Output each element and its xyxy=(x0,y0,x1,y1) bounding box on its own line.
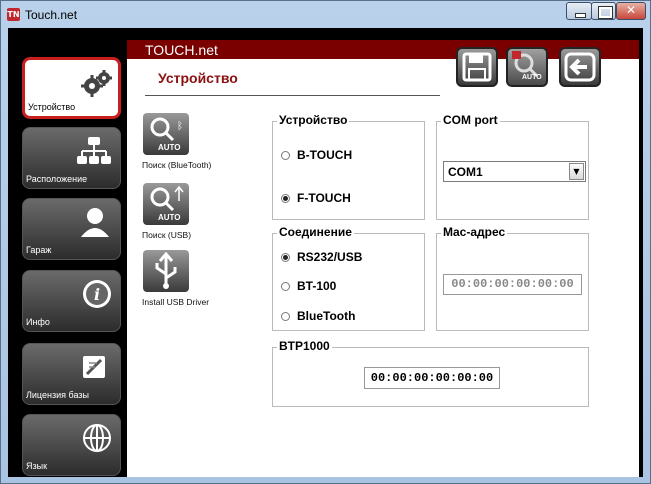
minimize-button[interactable] xyxy=(566,2,592,20)
maximize-button[interactable] xyxy=(591,2,616,20)
chevron-down-icon[interactable]: ▼ xyxy=(569,163,584,180)
com-port-select[interactable]: COM1 ▼ xyxy=(443,161,586,182)
license-icon xyxy=(83,356,105,378)
radio-indicator xyxy=(281,252,290,262)
floppy-icon xyxy=(462,52,492,82)
search-bluetooth-label: Поиск (BlueTooth) xyxy=(142,160,212,170)
title-divider xyxy=(145,95,440,96)
sidebar-item-label: Расположение xyxy=(26,174,88,184)
auto-badge: AUTO xyxy=(158,143,181,152)
radio-rs232-usb[interactable]: RS232/USB xyxy=(281,250,362,264)
exit-icon xyxy=(564,52,596,82)
mac-address-legend: Mac-адрес xyxy=(441,225,508,239)
sidebar-item-license[interactable]: Лицензия базы xyxy=(22,343,121,405)
device-group: Устройство B-TOUCH F-TOUCH xyxy=(272,113,425,220)
mac-address-field: 00:00:00:00:00:00 xyxy=(443,274,582,295)
com-port-legend: COM port xyxy=(441,113,500,127)
sidebar-item-label: Гараж xyxy=(26,245,52,255)
info-icon: i xyxy=(83,280,111,308)
sidebar-item-language[interactable]: Язык xyxy=(22,414,121,476)
title-bar[interactable]: TN Touch.net xyxy=(1,1,650,28)
auto-badge: AUTO xyxy=(158,213,181,222)
install-usb-driver-label: Install USB Driver xyxy=(142,297,210,307)
search-usb-label: Поиск (USB) xyxy=(142,230,192,240)
page-title: Устройство xyxy=(158,70,238,86)
sidebar-item-label: Лицензия базы xyxy=(26,390,89,400)
person-icon xyxy=(81,208,109,237)
radio-bluetooth[interactable]: BlueTooth xyxy=(281,309,355,323)
radio-indicator xyxy=(281,311,290,321)
sidebar-item-label: Устройство xyxy=(28,102,76,112)
radio-indicator xyxy=(281,150,290,160)
connection-group-legend: Соединение xyxy=(277,225,354,239)
globe-icon xyxy=(83,424,111,452)
device-group-legend: Устройство xyxy=(277,113,350,127)
sidebar-item-location[interactable]: Расположение xyxy=(22,127,121,189)
search-usb-button[interactable]: AUTO xyxy=(143,183,189,225)
radio-b-touch[interactable]: B-TOUCH xyxy=(281,148,352,162)
btp1000-address-field: 00:00:00:00:00:00 xyxy=(364,367,500,389)
btp1000-legend: BTP1000 xyxy=(277,339,332,353)
radio-label: BT-100 xyxy=(297,279,337,293)
save-button[interactable] xyxy=(456,47,498,87)
auto-search-button[interactable]: AUTO xyxy=(506,47,548,87)
auto-badge: AUTO xyxy=(522,74,542,81)
svg-text:i: i xyxy=(94,285,100,304)
radio-indicator xyxy=(281,281,290,291)
radio-label: RS232/USB xyxy=(297,250,363,264)
app-title: TOUCH.net xyxy=(145,42,218,58)
close-button[interactable] xyxy=(616,2,646,20)
window-title: Touch.net xyxy=(25,8,78,22)
gears-icon xyxy=(81,70,112,97)
sidebar-item-garage[interactable]: Гараж xyxy=(22,198,121,260)
sidebar-item-info[interactable]: i Инфо xyxy=(22,270,121,332)
radio-indicator xyxy=(281,193,290,203)
radio-f-touch[interactable]: F-TOUCH xyxy=(281,191,351,205)
app-icon: TN xyxy=(7,8,20,21)
radio-bt-100[interactable]: BT-100 xyxy=(281,279,336,293)
radio-label: BlueTooth xyxy=(297,309,356,323)
exit-button[interactable] xyxy=(559,47,601,87)
sidebar-item-label: Язык xyxy=(26,461,48,471)
usb-icon xyxy=(155,251,177,289)
sidebar-item-device[interactable]: Устройство xyxy=(22,57,121,119)
sidebar-item-label: Инфо xyxy=(26,317,50,327)
btp1000-group: BTP1000 00:00:00:00:00:00 xyxy=(272,339,589,407)
connection-group: Соединение RS232/USB BT-100 BlueTooth xyxy=(272,225,425,331)
search-bluetooth-button[interactable]: ᛒ AUTO xyxy=(143,113,189,155)
hierarchy-icon xyxy=(77,137,111,164)
svg-text:ᛒ: ᛒ xyxy=(177,121,183,132)
install-usb-driver-button[interactable] xyxy=(143,250,189,292)
com-port-value: COM1 xyxy=(448,165,483,179)
mac-address-group: Mac-адрес 00:00:00:00:00:00 xyxy=(436,225,589,331)
com-port-group: COM port COM1 ▼ xyxy=(436,113,589,220)
radio-label: F-TOUCH xyxy=(297,191,351,205)
radio-label: B-TOUCH xyxy=(297,148,353,162)
